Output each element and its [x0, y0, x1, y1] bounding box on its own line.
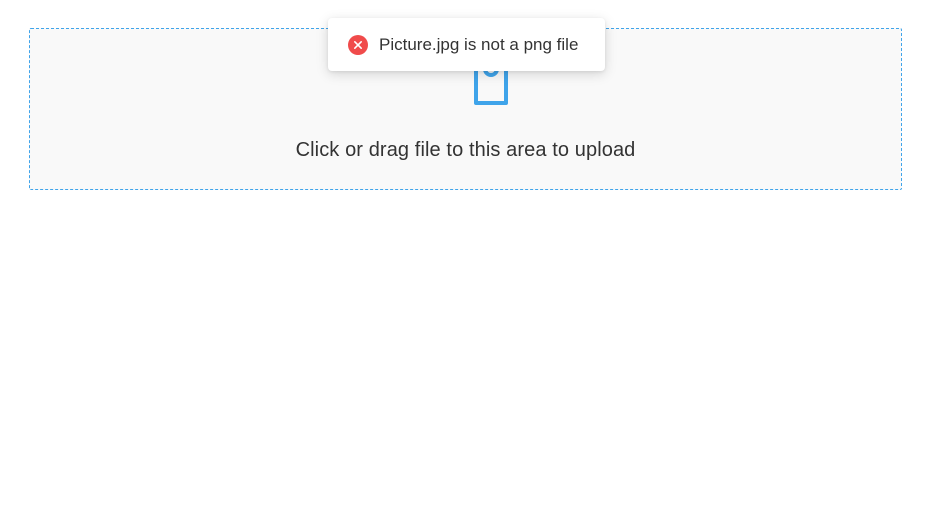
- error-message-toast: Picture.jpg is not a png file: [328, 18, 605, 71]
- error-message-text: Picture.jpg is not a png file: [379, 34, 579, 54]
- close-circle-icon: [348, 34, 368, 55]
- upload-hint-text: Click or drag file to this area to uploa…: [295, 139, 636, 161]
- page: Click or drag file to this area to uploa…: [0, 0, 934, 509]
